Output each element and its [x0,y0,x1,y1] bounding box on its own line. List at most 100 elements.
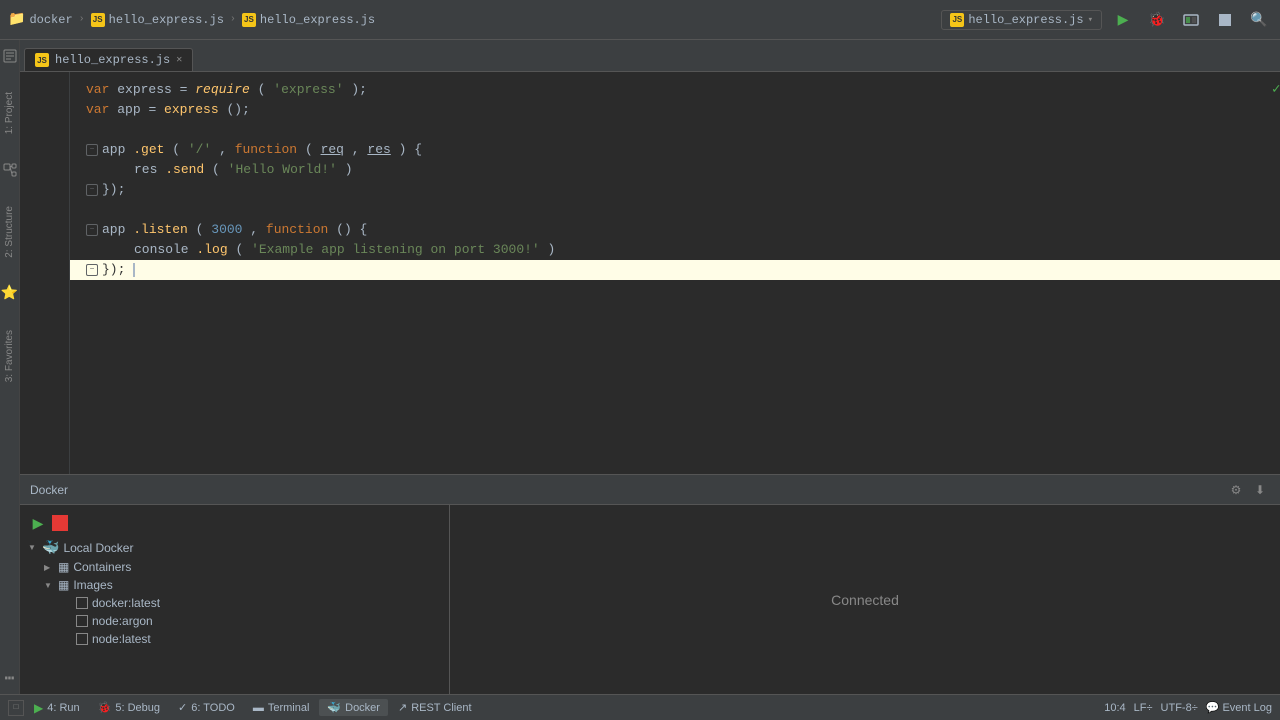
left-icon-2[interactable] [0,158,22,182]
code-text-10: }); [102,260,135,280]
checkbox-node-latest[interactable] [76,633,88,645]
code-line-2: var app = express (); [86,100,1264,120]
tree-arrow-docker: ▼ [28,543,38,552]
checkbox-node-argon[interactable] [76,615,88,627]
breadcrumb-sep-1: › [79,14,85,25]
node-latest-label: node:latest [92,632,151,646]
docker-tab-label: Docker [345,702,380,714]
line-ending[interactable]: LF÷ [1134,702,1153,714]
breadcrumb-file[interactable]: JS hello_express.js [91,13,224,27]
breadcrumb-sep-2: › [230,14,236,25]
project-label[interactable]: 1: Project [2,88,17,138]
coverage-icon [1183,12,1199,28]
status-docker-button[interactable]: 🐳 Docker [319,699,388,716]
rest-icon: ↗ [398,701,407,714]
breadcrumb-file2[interactable]: JS hello_express.js [242,13,375,27]
docker-title: Docker [30,483,68,497]
tree-item-containers[interactable]: ▶ ▦ Containers [20,558,449,576]
docker-settings-button[interactable]: ⚙ [1226,480,1246,500]
docker-stop-button[interactable] [52,515,68,531]
status-terminal-button[interactable]: ▬ Terminal [245,700,318,716]
stop-button[interactable] [1212,7,1238,33]
containers-icon: ▦ [58,560,69,574]
code-text-9: console .log ( 'Example app listening on… [102,240,555,260]
checkbox-docker-latest[interactable] [76,597,88,609]
coverage-button[interactable] [1178,7,1204,33]
status-right: 10:4 LF÷ UTF-8÷ 💬 Event Log [1104,701,1272,714]
debug-icon: 🐞 [98,701,112,714]
vertical-labels: 1: Project 2: Structure ⭐ 3: Favorites ⋯ [0,40,20,694]
tab-js-icon: JS [35,53,49,67]
debug-button[interactable]: 🐞 [1144,7,1170,33]
status-icon-left: □ [8,700,24,716]
line-numbers [20,72,70,474]
status-debug-button[interactable]: 🐞 5: Debug [90,699,168,716]
charset[interactable]: UTF-8÷ [1161,702,1198,714]
left-icon-3[interactable]: ⭐ [0,282,22,306]
node-argon-label: node:argon [92,614,153,628]
breadcrumb-docker-label: docker [29,13,72,27]
structure-label[interactable]: 2: Structure [2,202,17,262]
structure-icon [3,163,17,177]
breadcrumb-area: 📁 docker › JS hello_express.js › JS hell… [8,11,941,28]
code-line-3 [86,120,1264,140]
docker-content: ▶ ▼ 🐳 Local Docker ▶ ▦ Containers [20,505,1280,694]
docker-download-button[interactable]: ⬇ [1250,480,1270,500]
code-line-5: res .send ( 'Hello World!' ) [86,160,1264,180]
terminal-icon: ▬ [253,702,264,714]
fold-marker-4[interactable]: − [86,144,98,156]
editor-section: JS hello_express.js ✕ [20,40,1280,694]
tree-arrow-containers: ▶ [44,563,54,572]
status-rest-button[interactable]: ↗ REST Client [390,699,480,716]
search-button[interactable]: 🔍 [1246,7,1272,33]
code-text-8: app .listen ( 3000 , function () { [102,220,367,240]
breadcrumb-file-label: hello_express.js [109,13,224,27]
js-file-icon-1: JS [91,13,105,27]
tree-item-docker-latest[interactable]: docker:latest [20,594,449,612]
fold-marker-8[interactable]: − [86,224,98,236]
fold-marker-10[interactable]: − [86,264,98,276]
more-vert-icon[interactable]: ⋯ [0,666,22,690]
text-cursor [133,263,135,277]
file-selector[interactable]: JS hello_express.js ▾ [941,10,1102,30]
containers-label: Containers [73,560,131,574]
status-run-button[interactable]: ▶ 4: Run [26,699,88,717]
connected-status: Connected [831,592,899,608]
images-label: Images [73,578,112,592]
left-icon-1[interactable] [0,44,22,68]
breadcrumb-docker[interactable]: 📁 docker [8,11,73,28]
docker-panel: Docker ⚙ ⬇ ▶ ▼ 🐳 Loca [20,474,1280,694]
status-bar: □ ▶ 4: Run 🐞 5: Debug ✓ 6: TODO ▬ Termin… [0,694,1280,720]
tab-close-icon[interactable]: ✕ [176,54,182,66]
status-todo-button[interactable]: ✓ 6: TODO [170,699,243,716]
fold-marker-6[interactable]: − [86,184,98,196]
cursor-position: 10:4 [1104,702,1125,714]
code-line-10: − }); [70,260,1280,280]
debug-label: 5: Debug [115,702,160,714]
run-label: 4: Run [47,702,79,714]
favorites-label[interactable]: 3: Favorites [2,326,17,386]
code-text-6: }); [102,180,125,200]
code-area[interactable]: ✓ var express = require ( 'express' ); [70,72,1280,474]
rest-label: REST Client [411,702,471,714]
tree-item-node-latest[interactable]: node:latest [20,630,449,648]
docker-run-button[interactable]: ▶ [28,513,48,533]
tree-item-local-docker[interactable]: ▼ 🐳 Local Docker [20,537,449,558]
code-text-4: app .get ( '/' , function ( req , res ) … [102,140,422,160]
event-log-icon: 💬 [1206,701,1220,714]
editor[interactable]: ✓ var express = require ( 'express' ); [20,72,1280,474]
top-bar: 📁 docker › JS hello_express.js › JS hell… [0,0,1280,40]
code-text-2: var app = express (); [86,100,250,120]
code-text-1: var express = require ( 'express' ); [86,80,367,100]
images-icon: ▦ [58,578,69,592]
code-line-9: console .log ( 'Example app listening on… [86,240,1264,260]
run-dot-icon: ▶ [34,701,43,715]
file-tab-hello-express[interactable]: JS hello_express.js ✕ [24,48,193,71]
tree-item-node-argon[interactable]: node:argon [20,612,449,630]
tree-item-images[interactable]: ▼ ▦ Images [20,576,449,594]
event-log-button[interactable]: 💬 Event Log [1206,701,1272,714]
run-button[interactable]: ▶ [1110,7,1136,33]
docker-tree: ▶ ▼ 🐳 Local Docker ▶ ▦ Containers [20,505,450,694]
todo-label: 6: TODO [191,702,235,714]
js-file-icon-2: JS [242,13,256,27]
